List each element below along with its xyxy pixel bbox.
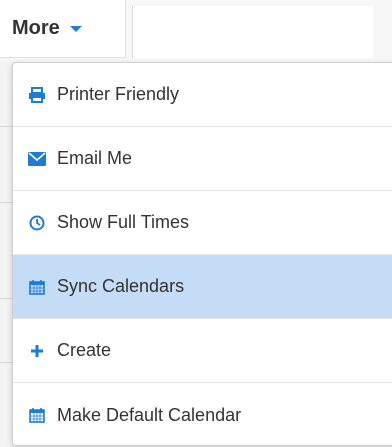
more-dropdown-menu: Printer Friendly Email Me Show Full Time…	[12, 62, 392, 446]
menu-item-sync-calendars[interactable]: Sync Calendars	[13, 255, 392, 319]
background-row-lines	[0, 62, 12, 440]
menu-item-label: Email Me	[57, 148, 133, 168]
menu-item-make-default-calendar[interactable]: Make Default Calendar	[13, 383, 392, 447]
plus-icon	[27, 341, 47, 361]
menu-item-show-full-times[interactable]: Show Full Times	[13, 191, 392, 255]
more-label: More	[12, 17, 60, 39]
calendar-icon	[27, 405, 47, 425]
menu-item-email-me[interactable]: Email Me	[13, 127, 392, 191]
menu-item-printer-friendly[interactable]: Printer Friendly	[13, 63, 392, 127]
calendar-icon	[27, 277, 47, 297]
caret-down-icon	[69, 25, 82, 32]
more-dropdown-button[interactable]: More	[0, 0, 126, 58]
menu-item-label: Sync Calendars	[57, 276, 185, 296]
menu-item-label: Create	[57, 340, 112, 360]
menu-item-label: Make Default Calendar	[57, 404, 242, 425]
menu-item-label: Show Full Times	[57, 212, 190, 232]
toolbar-blank-field	[132, 6, 373, 58]
printer-icon	[27, 85, 47, 105]
clock-icon	[27, 213, 47, 233]
menu-item-label: Printer Friendly	[57, 84, 180, 104]
envelope-icon	[27, 149, 47, 169]
menu-item-create[interactable]: Create	[13, 319, 392, 383]
